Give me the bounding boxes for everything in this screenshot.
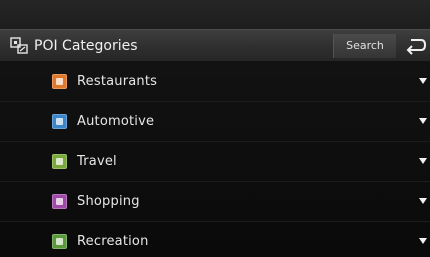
- chevron-down-icon[interactable]: [419, 198, 427, 204]
- category-label: Restaurants: [77, 74, 158, 89]
- category-row-restaurants[interactable]: Restaurants: [0, 62, 430, 102]
- category-row-automotive[interactable]: Automotive: [0, 102, 430, 142]
- category-list: Restaurants Automotive Travel Shopping R…: [0, 62, 430, 257]
- poi-categories-screen: POI Categories Search Restaurants Automo…: [0, 0, 430, 257]
- category-label: Automotive: [77, 114, 155, 129]
- chevron-down-icon[interactable]: [419, 238, 427, 244]
- category-row-recreation[interactable]: Recreation: [0, 222, 430, 257]
- category-label: Travel: [77, 154, 117, 169]
- travel-icon: [52, 154, 67, 169]
- category-label: Shopping: [77, 194, 140, 209]
- search-button[interactable]: Search: [333, 34, 396, 58]
- chevron-down-icon[interactable]: [419, 78, 427, 84]
- recreation-icon: [52, 234, 67, 249]
- status-bar: [0, 0, 430, 29]
- car-icon: [52, 114, 67, 129]
- category-label: Recreation: [77, 234, 149, 249]
- category-row-travel[interactable]: Travel: [0, 142, 430, 182]
- poi-categories-icon: [10, 37, 28, 54]
- header-bar: POI Categories Search: [0, 29, 430, 62]
- restaurant-icon: [52, 74, 67, 89]
- category-row-shopping[interactable]: Shopping: [0, 182, 430, 222]
- chevron-down-icon[interactable]: [419, 118, 427, 124]
- page-title: POI Categories: [34, 38, 138, 54]
- chevron-down-icon[interactable]: [419, 158, 427, 164]
- back-arrow-icon[interactable]: [400, 34, 430, 58]
- shopping-icon: [52, 194, 67, 209]
